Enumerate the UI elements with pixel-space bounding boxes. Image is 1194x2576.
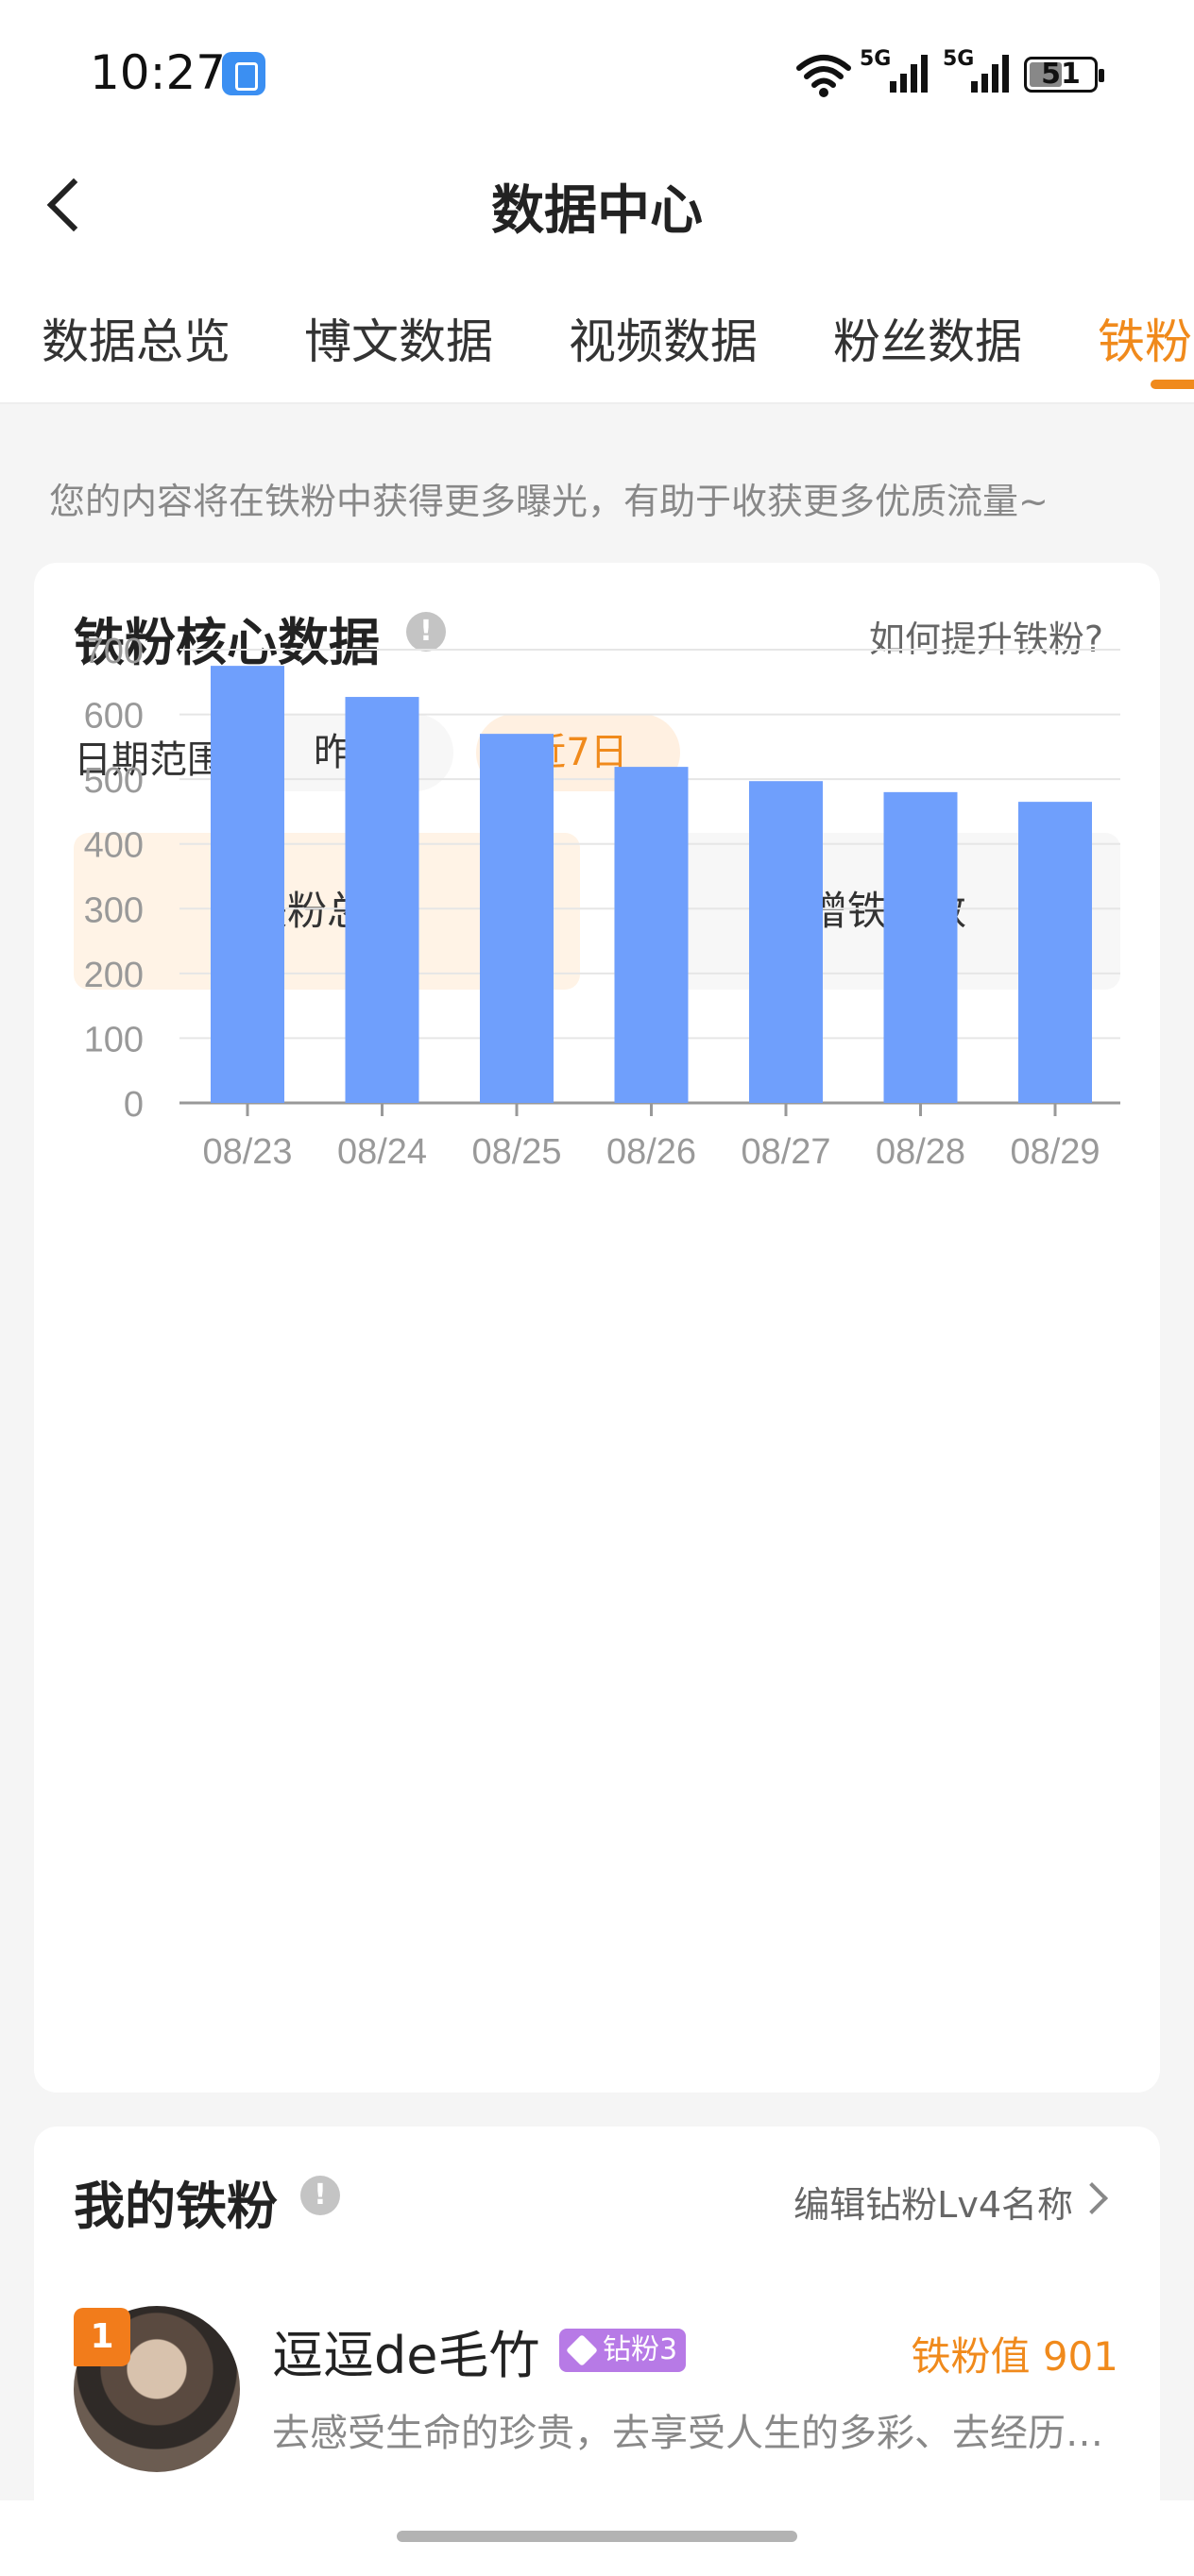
y-tick-label: 0 <box>124 1085 144 1125</box>
x-tick-label: 08/27 <box>741 1132 830 1172</box>
app-header: 数据中心 <box>0 142 1194 264</box>
notice-text: 您的内容将在铁粉中获得更多曝光，有助于收获更多优质流量~ <box>49 481 1049 522</box>
rank-badge: 1 <box>74 2308 130 2366</box>
my-fans-title: 我的铁粉 <box>74 2177 278 2236</box>
signal-2-icon <box>971 55 1009 93</box>
signal-1-icon <box>890 55 928 93</box>
fan-description: 去感受生命的珍贵，去享受人生的多彩、去经历更多美好 <box>272 2412 1122 2455</box>
bar-08-23 <box>211 666 284 1103</box>
fan-badge-label: 钻粉3 <box>603 2333 678 2366</box>
x-tick-label: 08/26 <box>606 1132 696 1172</box>
x-tick-label: 08/29 <box>1010 1132 1100 1172</box>
edit-diamond-fan-name-link[interactable]: 编辑钻粉Lv4名称 <box>793 2176 1073 2228</box>
diamond-icon <box>566 2334 598 2366</box>
y-tick-label: 400 <box>84 826 144 866</box>
active-tab-indicator <box>1151 380 1194 389</box>
tab-fans[interactable]: 粉丝数据 <box>833 304 1022 372</box>
y-tick-label: 500 <box>84 761 144 801</box>
bar-08-26 <box>614 767 689 1103</box>
bar-08-24 <box>345 697 419 1103</box>
y-tick-label: 700 <box>84 632 144 671</box>
bar-08-25 <box>480 734 554 1103</box>
home-indicator[interactable] <box>397 2531 797 2542</box>
fans-info-icon[interactable]: ! <box>300 2176 340 2215</box>
y-tick-label: 300 <box>84 890 144 930</box>
y-tick-label: 100 <box>84 1020 144 1059</box>
x-tick-label: 08/23 <box>202 1132 292 1172</box>
bar-08-28 <box>883 791 958 1103</box>
iron-fan-value: 铁粉值 901 <box>911 2333 1118 2380</box>
iron-fans-bar-chart: 0 100 200 300 400 500 600 700 08/23 08/24 08/25 08/… <box>84 632 1120 1172</box>
app-notification-icon <box>222 52 265 95</box>
tab-iron-fans[interactable]: 铁粉数据 <box>1098 304 1194 372</box>
y-tick-label: 200 <box>84 956 144 995</box>
status-time: 10:27 <box>90 45 227 100</box>
status-bar: 10:27 5G 5G 51 <box>0 0 1194 142</box>
tab-posts[interactable]: 博文数据 <box>304 304 493 372</box>
bar-08-27 <box>749 781 823 1103</box>
tab-bar: 数据总览 博文数据 视频数据 粉丝数据 铁粉数据 <box>0 264 1194 404</box>
wifi-icon <box>796 55 851 97</box>
network-label-1: 5G <box>860 47 892 71</box>
tab-overview[interactable]: 数据总览 <box>42 304 230 372</box>
x-tick-label: 08/28 <box>876 1132 965 1172</box>
tab-videos[interactable]: 视频数据 <box>569 304 758 372</box>
x-tick-label: 08/24 <box>337 1132 427 1172</box>
bar-08-29 <box>1018 802 1092 1103</box>
iron-fans-core-card: 铁粉核心数据 ! 如何提升铁粉? 日期范围 昨日 近7日 铁粉总数 新增铁粉数 … <box>34 563 1160 2093</box>
system-icons: 5G 5G 51 <box>793 47 1115 104</box>
x-tick-label: 08/25 <box>471 1132 561 1172</box>
fan-name[interactable]: 逗逗de毛竹 <box>272 2313 540 2388</box>
battery-percent: 51 <box>1041 58 1081 91</box>
diamond-fan-badge: 钻粉3 <box>559 2329 686 2372</box>
chevron-right-icon[interactable] <box>1076 2182 1108 2214</box>
y-tick-label: 600 <box>84 697 144 737</box>
page-title: 数据中心 <box>491 180 703 242</box>
battery-icon: 51 <box>1024 57 1104 93</box>
